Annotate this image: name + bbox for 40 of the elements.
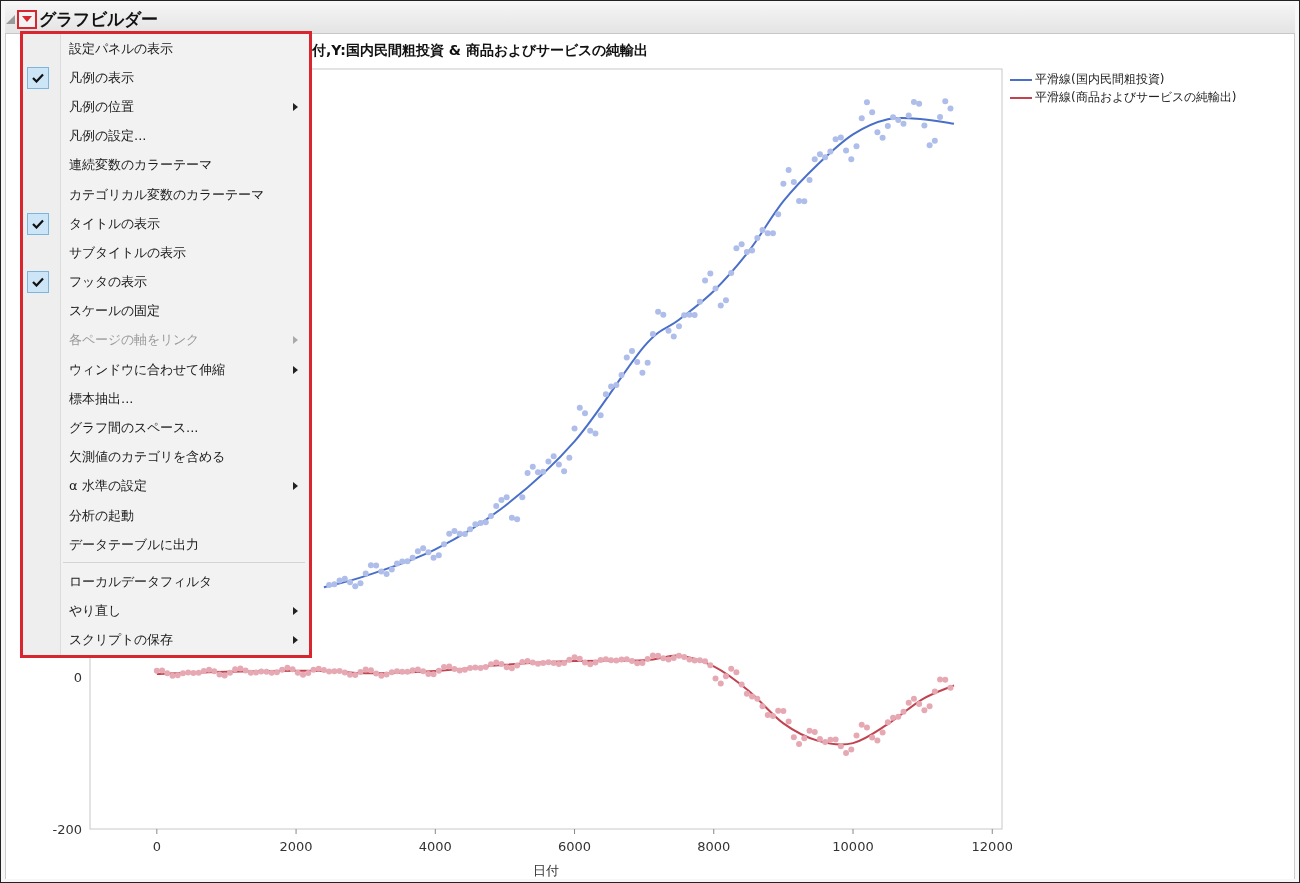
x-axis-title: 日付 (533, 863, 559, 878)
menu-item[interactable]: 欠測値のカテゴリを含める (23, 442, 309, 472)
menu-item[interactable]: やり直し (23, 596, 309, 626)
y-tick-label: -200 (52, 822, 82, 837)
check-icon (32, 277, 44, 288)
menu-item[interactable]: スクリプトの保存 (23, 625, 309, 655)
menu-item[interactable]: 凡例の設定... (23, 121, 309, 151)
x-tick-label: 4000 (418, 839, 452, 854)
legend-label: 平滑線(国内民間粗投資) (1035, 71, 1165, 88)
graph-title: 付,Y:国内民間粗投資 & 商品およびサービスの純輸出 (312, 42, 648, 60)
check-icon (32, 218, 44, 229)
menu-item[interactable]: 分析の起動 (23, 501, 309, 531)
menu-item[interactable]: グラフ間のスペース... (23, 413, 309, 443)
x-tick-label: 2000 (279, 839, 313, 854)
menu-item[interactable]: スケールの固定 (23, 296, 309, 326)
menu-item[interactable]: 連続変数のカラーテーマ (23, 150, 309, 180)
menu-item[interactable]: カテゴリカル変数のカラーテーマ (23, 179, 309, 210)
menu-item[interactable]: ローカルデータフィルタ (23, 567, 309, 597)
x-tick-label: 12000 (971, 839, 1012, 854)
x-tick-label: 8000 (697, 839, 731, 854)
menu-item[interactable]: フッタの表示 (23, 267, 309, 297)
menu-item[interactable]: データテーブルに出力 (23, 530, 309, 560)
menu-item[interactable]: 凡例の表示 (23, 63, 309, 93)
menu-item[interactable]: 標本抽出... (23, 384, 309, 414)
menu-item[interactable]: ウィンドウに合わせて伸縮 (23, 355, 309, 385)
disclosure-icon[interactable] (6, 14, 15, 24)
menu-item[interactable]: 設定パネルの表示 (23, 34, 309, 64)
check-icon (32, 72, 44, 83)
panel-title: グラフビルダー (39, 7, 158, 31)
x-tick-label: 10000 (832, 839, 874, 854)
x-tick-label: 0 (152, 839, 161, 854)
menu-item[interactable]: タイトルの表示 (23, 209, 309, 239)
legend-label: 平滑線(商品およびサービスの純輸出) (1035, 89, 1237, 106)
menu-item[interactable]: 凡例の位置 (23, 92, 309, 122)
menu-item[interactable]: サブタイトルの表示 (23, 238, 309, 268)
caret-icon (22, 16, 32, 22)
dropdown-button[interactable] (17, 9, 37, 29)
x-tick-label: 6000 (558, 839, 592, 854)
menu-item[interactable]: α 水準の設定 (23, 471, 309, 501)
y-tick-label: 0 (73, 670, 82, 685)
